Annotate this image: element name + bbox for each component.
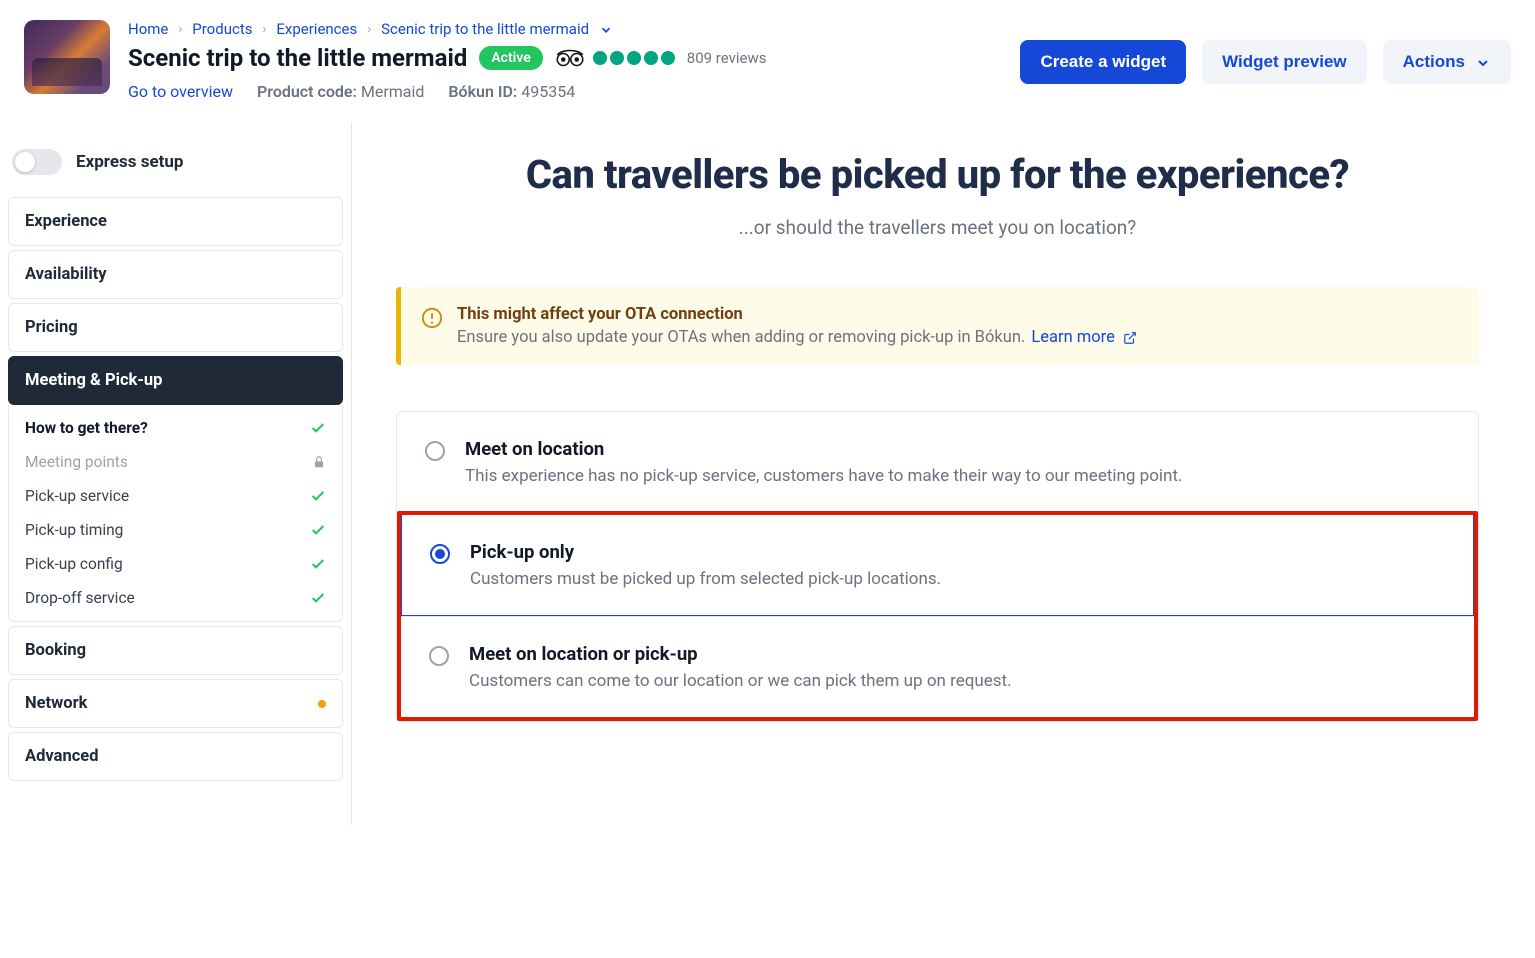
main-content: Can travellers be picked up for the expe…	[352, 123, 1535, 825]
alert-content: This might affect your OTA connection En…	[457, 305, 1137, 347]
option-meet-on-location[interactable]: Meet on location This experience has no …	[397, 412, 1478, 512]
sub-item-pickup-service[interactable]: Pick-up service	[9, 479, 342, 513]
sub-item-meeting-points: Meeting points	[9, 445, 342, 479]
option-title: Meet on location	[465, 438, 1183, 460]
chevron-down-icon	[1475, 52, 1491, 72]
breadcrumb-experiences[interactable]: Experiences	[276, 20, 357, 38]
meta-row: Go to overview Product code: Mermaid Bók…	[128, 82, 1002, 101]
tripadvisor-rating	[555, 49, 675, 67]
sub-item-label: Pick-up timing	[25, 521, 123, 539]
warning-icon	[421, 307, 443, 329]
option-meet-or-pickup[interactable]: Meet on location or pick-up Customers ca…	[401, 616, 1474, 717]
header-actions: Create a widget Widget preview Actions	[1020, 20, 1511, 84]
sidebar-item-label: Network	[25, 694, 87, 713]
page-title: Scenic trip to the little mermaid	[128, 44, 467, 72]
express-setup-row: Express setup	[8, 141, 343, 197]
option-description: Customers can come to our location or we…	[469, 671, 1012, 691]
breadcrumb: Home › Products › Experiences › Scenic t…	[128, 20, 1002, 38]
sub-item-label: Pick-up service	[25, 487, 129, 505]
chevron-down-icon[interactable]	[599, 20, 613, 38]
alert-body: Ensure you also update your OTAs when ad…	[457, 328, 1137, 347]
sub-item-pickup-config[interactable]: Pick-up config	[9, 547, 342, 581]
chevron-right-icon: ›	[178, 22, 182, 37]
product-header: Home › Products › Experiences › Scenic t…	[0, 0, 1535, 123]
learn-more-label: Learn more	[1031, 328, 1114, 347]
option-pickup-only[interactable]: Pick-up only Customers must be picked up…	[401, 515, 1474, 616]
product-thumbnail	[24, 20, 110, 94]
express-setup-label: Express setup	[76, 152, 183, 172]
sidebar-item-network[interactable]: Network	[8, 679, 343, 728]
overview-link[interactable]: Go to overview	[128, 82, 233, 101]
sidebar-item-experience[interactable]: Experience	[8, 197, 343, 246]
option-description: This experience has no pick-up service, …	[465, 466, 1183, 486]
sidebar: Express setup Experience Availability Pr…	[0, 123, 352, 825]
header-info: Home › Products › Experiences › Scenic t…	[128, 20, 1002, 101]
alert-text: Ensure you also update your OTAs when ad…	[457, 328, 1025, 347]
sub-item-pickup-timing[interactable]: Pick-up timing	[9, 513, 342, 547]
radio-icon	[430, 544, 450, 564]
check-icon	[310, 590, 326, 606]
option-title: Meet on location or pick-up	[469, 643, 1012, 665]
product-code-value: Mermaid	[361, 82, 425, 101]
bokun-id-label: Bókun ID:	[448, 82, 517, 101]
breadcrumb-current[interactable]: Scenic trip to the little mermaid	[381, 20, 589, 38]
sidebar-item-advanced[interactable]: Advanced	[8, 732, 343, 781]
external-link-icon	[1123, 328, 1137, 347]
check-icon	[310, 522, 326, 538]
check-icon	[310, 488, 326, 504]
radio-icon	[425, 441, 445, 461]
learn-more-link[interactable]: Learn more	[1031, 328, 1137, 347]
check-icon	[310, 556, 326, 572]
annotation-highlight: Pick-up only Customers must be picked up…	[397, 511, 1478, 721]
bokun-id-value: 495354	[521, 82, 575, 101]
pickup-options: Meet on location This experience has no …	[396, 411, 1479, 722]
create-widget-button[interactable]: Create a widget	[1020, 40, 1186, 84]
option-description: Customers must be picked up from selecte…	[470, 569, 941, 589]
sidebar-item-availability[interactable]: Availability	[8, 250, 343, 299]
check-icon	[310, 420, 326, 436]
tripadvisor-owl-icon	[555, 49, 585, 67]
section-subheading: ...or should the travellers meet you on …	[396, 216, 1479, 239]
warning-alert: This might affect your OTA connection En…	[396, 287, 1479, 365]
bokun-id: Bókun ID: 495354	[448, 82, 575, 101]
sub-item-label: Pick-up config	[25, 555, 123, 573]
lock-icon	[312, 455, 326, 469]
section-heading: Can travellers be picked up for the expe…	[396, 151, 1479, 198]
sub-item-how-to-get-there[interactable]: How to get there?	[9, 411, 342, 445]
breadcrumb-products[interactable]: Products	[192, 20, 252, 38]
widget-preview-button[interactable]: Widget preview	[1202, 40, 1367, 84]
product-code-label: Product code:	[257, 82, 357, 101]
sidebar-sublist-meeting: How to get there? Meeting points Pick-up…	[8, 405, 343, 622]
rating-dots	[593, 51, 675, 65]
sidebar-item-meeting-pickup[interactable]: Meeting & Pick-up	[8, 356, 343, 405]
sidebar-item-pricing[interactable]: Pricing	[8, 303, 343, 352]
status-badge: Active	[479, 46, 542, 70]
actions-menu-label: Actions	[1403, 52, 1465, 72]
radio-icon	[429, 646, 449, 666]
product-code: Product code: Mermaid	[257, 82, 424, 101]
sub-item-label: Drop-off service	[25, 589, 135, 607]
express-setup-toggle[interactable]	[12, 149, 62, 175]
chevron-right-icon: ›	[367, 22, 371, 37]
option-title: Pick-up only	[470, 541, 941, 563]
sub-item-label: How to get there?	[25, 419, 148, 437]
sub-item-dropoff-service[interactable]: Drop-off service	[9, 581, 342, 615]
title-row: Scenic trip to the little mermaid Active	[128, 44, 1002, 72]
reviews-count: 809 reviews	[687, 49, 767, 67]
status-dot-icon	[318, 700, 326, 708]
sub-item-label: Meeting points	[25, 453, 128, 471]
sidebar-item-booking[interactable]: Booking	[8, 626, 343, 675]
actions-menu-button[interactable]: Actions	[1383, 40, 1511, 84]
breadcrumb-home[interactable]: Home	[128, 20, 168, 38]
chevron-right-icon: ›	[262, 22, 266, 37]
alert-title: This might affect your OTA connection	[457, 305, 1137, 324]
